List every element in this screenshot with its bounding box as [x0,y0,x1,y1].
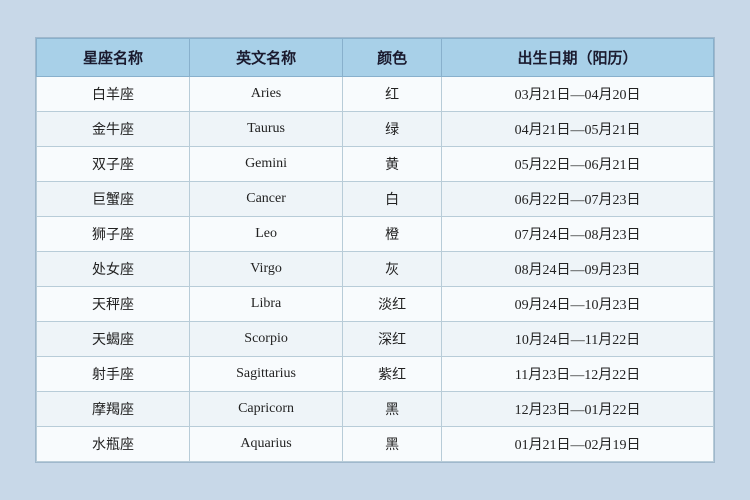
cell-english-name: Gemini [190,147,343,182]
table-row: 狮子座Leo橙07月24日—08月23日 [37,217,714,252]
table-header-row: 星座名称 英文名称 颜色 出生日期（阳历） [37,39,714,77]
cell-date: 01月21日—02月19日 [442,427,714,462]
cell-date: 06月22日—07月23日 [442,182,714,217]
zodiac-table-container: 星座名称 英文名称 颜色 出生日期（阳历） 白羊座Aries红03月21日—04… [35,37,715,463]
table-row: 天秤座Libra淡红09月24日—10月23日 [37,287,714,322]
cell-date: 03月21日—04月20日 [442,77,714,112]
cell-color: 橙 [343,217,442,252]
cell-color: 黑 [343,392,442,427]
cell-chinese-name: 狮子座 [37,217,190,252]
cell-english-name: Cancer [190,182,343,217]
cell-color: 深红 [343,322,442,357]
cell-chinese-name: 水瓶座 [37,427,190,462]
cell-color: 淡红 [343,287,442,322]
table-row: 天蝎座Scorpio深红10月24日—11月22日 [37,322,714,357]
cell-english-name: Aquarius [190,427,343,462]
cell-date: 09月24日—10月23日 [442,287,714,322]
header-chinese-name: 星座名称 [37,39,190,77]
cell-english-name: Scorpio [190,322,343,357]
cell-color: 红 [343,77,442,112]
zodiac-table: 星座名称 英文名称 颜色 出生日期（阳历） 白羊座Aries红03月21日—04… [36,38,714,462]
cell-date: 10月24日—11月22日 [442,322,714,357]
cell-chinese-name: 双子座 [37,147,190,182]
cell-chinese-name: 巨蟹座 [37,182,190,217]
cell-color: 黑 [343,427,442,462]
table-row: 摩羯座Capricorn黑12月23日—01月22日 [37,392,714,427]
table-row: 白羊座Aries红03月21日—04月20日 [37,77,714,112]
cell-color: 灰 [343,252,442,287]
header-date: 出生日期（阳历） [442,39,714,77]
table-row: 双子座Gemini黄05月22日—06月21日 [37,147,714,182]
cell-chinese-name: 天蝎座 [37,322,190,357]
cell-chinese-name: 白羊座 [37,77,190,112]
cell-date: 07月24日—08月23日 [442,217,714,252]
table-row: 巨蟹座Cancer白06月22日—07月23日 [37,182,714,217]
cell-chinese-name: 处女座 [37,252,190,287]
cell-english-name: Taurus [190,112,343,147]
cell-chinese-name: 金牛座 [37,112,190,147]
cell-english-name: Aries [190,77,343,112]
cell-color: 黄 [343,147,442,182]
table-row: 金牛座Taurus绿04月21日—05月21日 [37,112,714,147]
cell-chinese-name: 天秤座 [37,287,190,322]
cell-chinese-name: 射手座 [37,357,190,392]
table-row: 射手座Sagittarius紫红11月23日—12月22日 [37,357,714,392]
cell-english-name: Virgo [190,252,343,287]
cell-color: 绿 [343,112,442,147]
table-row: 水瓶座Aquarius黑01月21日—02月19日 [37,427,714,462]
cell-chinese-name: 摩羯座 [37,392,190,427]
cell-color: 白 [343,182,442,217]
cell-date: 11月23日—12月22日 [442,357,714,392]
header-english-name: 英文名称 [190,39,343,77]
header-color: 颜色 [343,39,442,77]
cell-date: 12月23日—01月22日 [442,392,714,427]
cell-date: 05月22日—06月21日 [442,147,714,182]
cell-date: 04月21日—05月21日 [442,112,714,147]
cell-english-name: Leo [190,217,343,252]
table-body: 白羊座Aries红03月21日—04月20日金牛座Taurus绿04月21日—0… [37,77,714,462]
cell-english-name: Capricorn [190,392,343,427]
cell-english-name: Libra [190,287,343,322]
cell-date: 08月24日—09月23日 [442,252,714,287]
cell-english-name: Sagittarius [190,357,343,392]
cell-color: 紫红 [343,357,442,392]
table-row: 处女座Virgo灰08月24日—09月23日 [37,252,714,287]
